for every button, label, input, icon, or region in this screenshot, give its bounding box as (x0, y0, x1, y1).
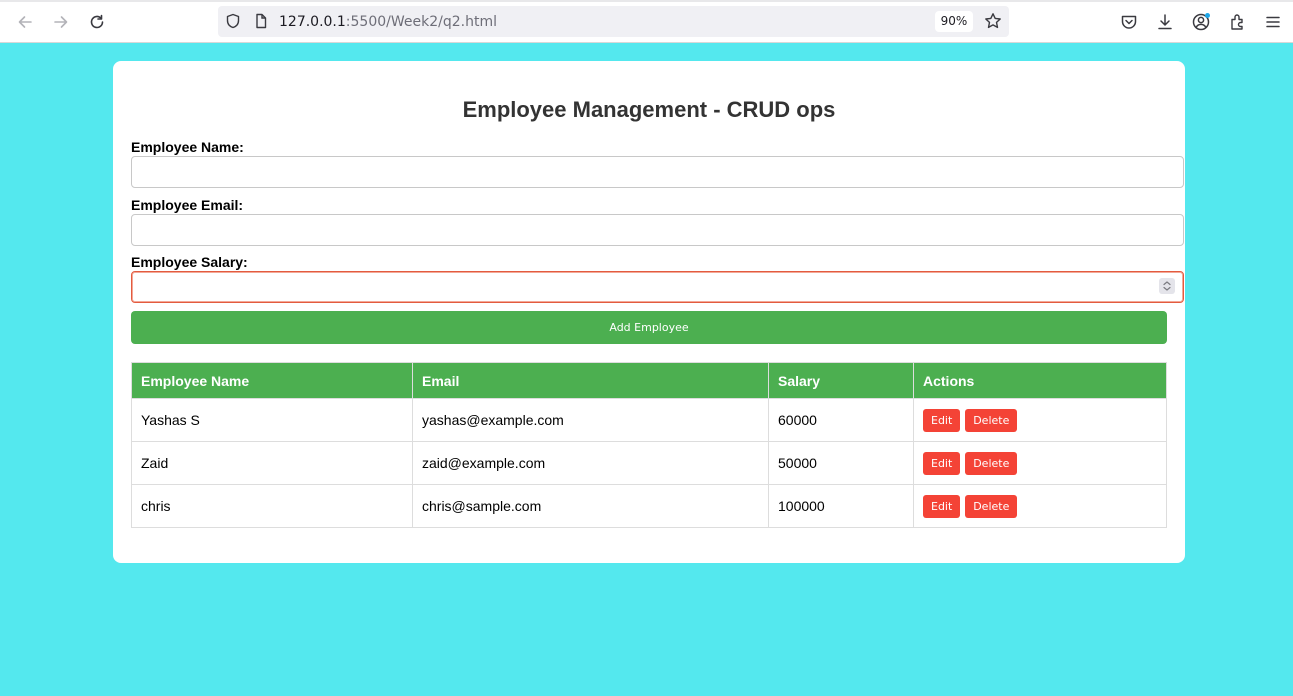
download-icon[interactable] (1155, 12, 1175, 32)
employee-name-label: Employee Name: (131, 139, 244, 155)
star-icon[interactable] (983, 11, 1003, 31)
header-email: Email (412, 362, 769, 399)
shield-icon[interactable] (223, 11, 243, 31)
delete-button[interactable]: Delete (965, 408, 1018, 432)
edit-button[interactable]: Edit (923, 451, 961, 475)
extensions-icon[interactable] (1228, 12, 1248, 32)
table-row: Yashas S yashas@example.com 60000 Edit D… (131, 398, 1167, 442)
header-salary: Salary (768, 362, 914, 399)
delete-button[interactable]: Delete (965, 494, 1018, 518)
browser-toolbar: 127.0.0.1:5500/Week2/q2.html 90% (0, 0, 1293, 43)
delete-button[interactable]: Delete (965, 451, 1018, 475)
table-header-row: Employee Name Email Salary Actions (131, 362, 1167, 399)
cell-email: chris@sample.com (412, 484, 769, 528)
forward-arrow-icon[interactable] (50, 11, 72, 33)
cell-name: Zaid (131, 441, 413, 485)
cell-email: zaid@example.com (412, 441, 769, 485)
zoom-level-badge[interactable]: 90% (935, 11, 973, 32)
employee-salary-input[interactable] (131, 271, 1184, 303)
salary-stepper[interactable] (1159, 278, 1175, 294)
cell-email: yashas@example.com (412, 398, 769, 442)
cell-actions: Edit Delete (913, 484, 1167, 528)
edit-button[interactable]: Edit (923, 494, 961, 518)
employee-email-input[interactable] (131, 214, 1184, 246)
table-row: chris chris@sample.com 100000 Edit Delet… (131, 484, 1167, 528)
address-bar[interactable]: 127.0.0.1:5500/Week2/q2.html 90% (218, 6, 1009, 37)
menu-icon[interactable] (1263, 12, 1283, 32)
header-employee-name: Employee Name (131, 362, 413, 399)
cell-actions: Edit Delete (913, 441, 1167, 485)
stepper-chevrons-icon (1163, 281, 1171, 291)
table-row: Zaid zaid@example.com 50000 Edit Delete (131, 441, 1167, 485)
employee-card: Employee Management - CRUD ops Employee … (113, 61, 1185, 563)
edit-button[interactable]: Edit (923, 408, 961, 432)
account-icon[interactable] (1191, 12, 1211, 32)
url-host: 127.0.0.1 (279, 14, 346, 30)
back-arrow-icon[interactable] (14, 11, 36, 33)
cell-name: Yashas S (131, 398, 413, 442)
employee-email-label: Employee Email: (131, 197, 244, 213)
page-icon[interactable] (251, 11, 271, 31)
cell-salary: 60000 (768, 398, 914, 442)
page-title: Employee Management - CRUD ops (462, 97, 836, 122)
cell-actions: Edit Delete (913, 398, 1167, 442)
cell-salary: 50000 (768, 441, 914, 485)
url-path: :5500/Week2/q2.html (345, 14, 497, 30)
url-text[interactable]: 127.0.0.1:5500/Week2/q2.html (279, 14, 497, 30)
reload-icon[interactable] (86, 11, 108, 33)
header-actions: Actions (913, 362, 1167, 399)
pocket-icon[interactable] (1119, 12, 1139, 32)
cell-name: chris (131, 484, 413, 528)
cell-salary: 100000 (768, 484, 914, 528)
toolbar-top-line (0, 0, 1293, 2)
add-employee-button[interactable]: Add Employee (131, 311, 1167, 344)
employee-table: Employee Name Email Salary Actions Yasha… (131, 362, 1167, 528)
employee-name-input[interactable] (131, 156, 1184, 188)
employee-salary-label: Employee Salary: (131, 254, 248, 270)
